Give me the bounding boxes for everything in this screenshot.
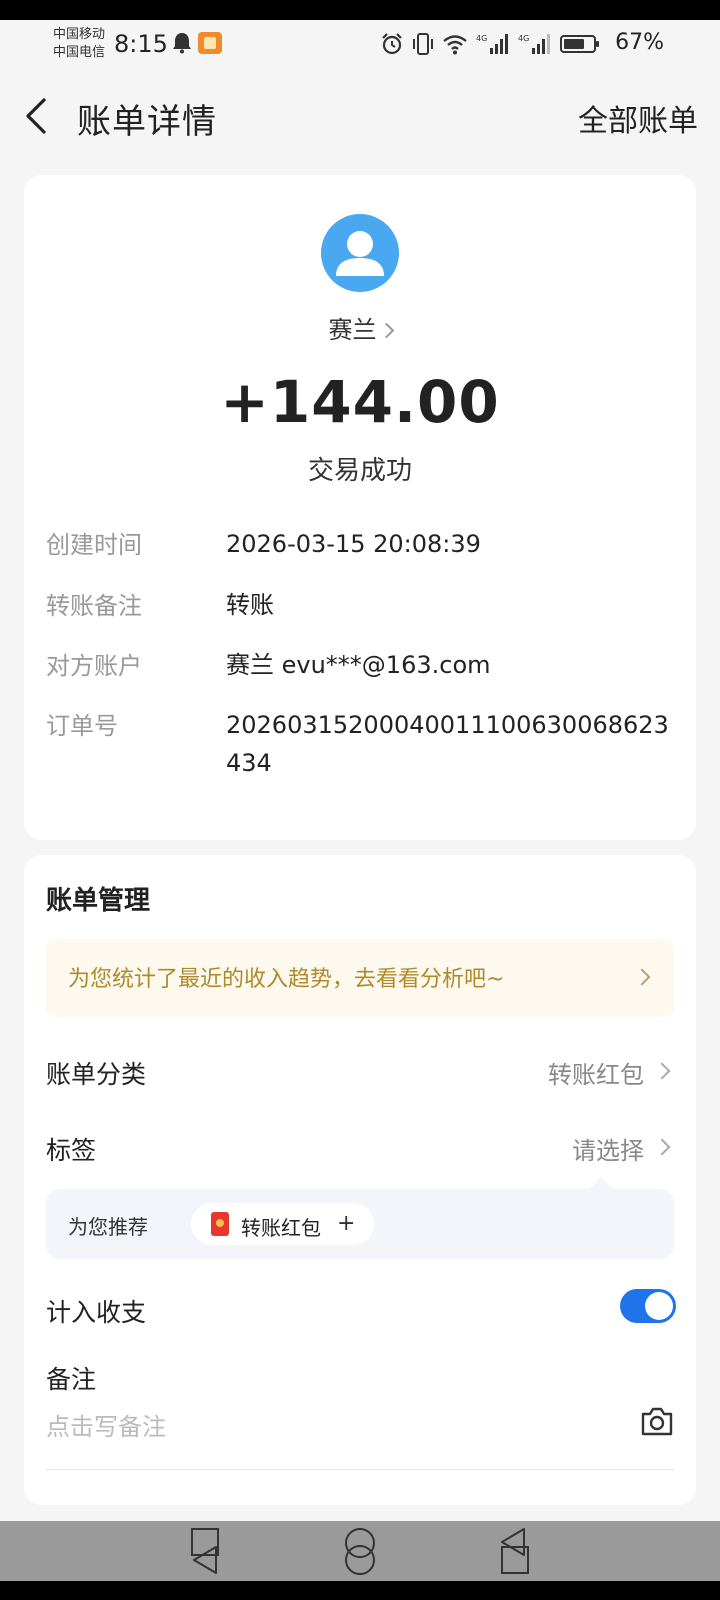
category-value: 转账红包: [548, 1061, 644, 1089]
app-notification-icon: [198, 32, 222, 54]
page-title: 账单详情: [77, 102, 217, 142]
battery-icon: [560, 35, 599, 53]
detail-label: 订单号: [46, 712, 118, 740]
tag-row[interactable]: 标签 请选择: [46, 1131, 674, 1191]
divider: [46, 1469, 674, 1470]
section-title: 账单管理: [46, 886, 151, 916]
carrier-2: 中国电信: [53, 45, 106, 60]
all-bills-link[interactable]: 全部账单: [578, 96, 698, 140]
transaction-card: 赛兰 +144.00 交易成功 创建时间 2026-03-15 20:08:39…: [24, 175, 696, 840]
chip-label: 转账红包: [241, 1216, 321, 1240]
payer-name-link[interactable]: 赛兰: [24, 310, 696, 345]
nav-home-icon[interactable]: [340, 1527, 380, 1575]
bottom-black-bar: [0, 1581, 720, 1600]
chevron-right-icon: [653, 1062, 671, 1080]
system-icons: 4G 4G: [380, 32, 600, 56]
carrier-labels: 中国移动 中国电信: [53, 26, 105, 62]
camera-icon[interactable]: [640, 1405, 674, 1437]
income-trend-banner[interactable]: 为您统计了最近的收入趋势，去看看分析吧~: [46, 939, 674, 1017]
plus-icon: +: [337, 1211, 356, 1236]
bell-icon: [173, 33, 191, 54]
detail-value: 2026-03-15 20:08:39: [226, 530, 481, 558]
include-in-stats-row: 计入收支: [46, 1289, 676, 1337]
bill-category-row[interactable]: 账单分类 转账红包: [46, 1055, 674, 1115]
transaction-amount: +144.00: [220, 368, 500, 436]
recommend-label: 为您推荐: [68, 1215, 148, 1239]
system-navigation-bar: [0, 1521, 720, 1581]
note-label: 备注: [46, 1365, 97, 1394]
svg-text:4G: 4G: [476, 34, 487, 43]
tag-label: 标签: [46, 1136, 97, 1165]
detail-label: 创建时间: [46, 531, 142, 559]
nav-back-icon[interactable]: [186, 1527, 226, 1575]
chevron-right-icon: [653, 1138, 671, 1156]
detail-label: 对方账户: [46, 652, 142, 680]
tag-value: 请选择: [572, 1137, 644, 1165]
signal-4g-icon: 4G: [518, 34, 550, 54]
signal-4g-icon: 4G: [476, 34, 508, 54]
detail-value: 赛兰 evu***@163.com: [226, 651, 491, 679]
status-time: 8:15: [114, 30, 168, 58]
svg-text:4G: 4G: [518, 34, 529, 43]
chevron-right-icon: [633, 968, 651, 986]
recommended-tag-chip[interactable]: 转账红包 +: [191, 1203, 374, 1245]
detail-value[interactable]: 20260315200040011100630068623434: [226, 706, 676, 782]
include-toggle[interactable]: [620, 1289, 676, 1323]
transaction-status: 交易成功: [307, 456, 412, 486]
tag-recommendation-box: 为您推荐 转账红包 +: [46, 1177, 674, 1259]
red-packet-icon: [211, 1212, 229, 1236]
page-header: 账单详情 全部账单: [0, 72, 720, 162]
toggle-knob: [645, 1292, 673, 1320]
chevron-right-icon: [378, 322, 394, 339]
carrier-1: 中国移动: [53, 27, 106, 42]
back-arrow-icon[interactable]: [22, 94, 52, 138]
nav-recent-icon[interactable]: [494, 1527, 534, 1575]
payer-name: 赛兰: [328, 316, 377, 344]
avatar[interactable]: [321, 214, 399, 292]
status-bar: 中国移动 中国电信 8:15 4G 4G 67%: [0, 20, 720, 72]
detail-value: 转账: [226, 591, 274, 619]
include-label: 计入收支: [46, 1298, 147, 1327]
category-label: 账单分类: [46, 1060, 147, 1089]
note-input[interactable]: [46, 1407, 606, 1447]
top-black-bar: [0, 0, 720, 20]
vibrate-icon: [413, 33, 433, 55]
banner-text: 为您统计了最近的收入趋势，去看看分析吧~: [68, 967, 505, 992]
wifi-icon: [443, 35, 467, 55]
user-icon: [336, 231, 384, 276]
battery-percent: 67%: [615, 30, 664, 55]
detail-label: 转账备注: [46, 592, 142, 620]
alarm-icon: [382, 33, 402, 55]
bill-management-card: 账单管理 为您统计了最近的收入趋势，去看看分析吧~ 账单分类 转账红包 标签 请…: [24, 855, 696, 1505]
